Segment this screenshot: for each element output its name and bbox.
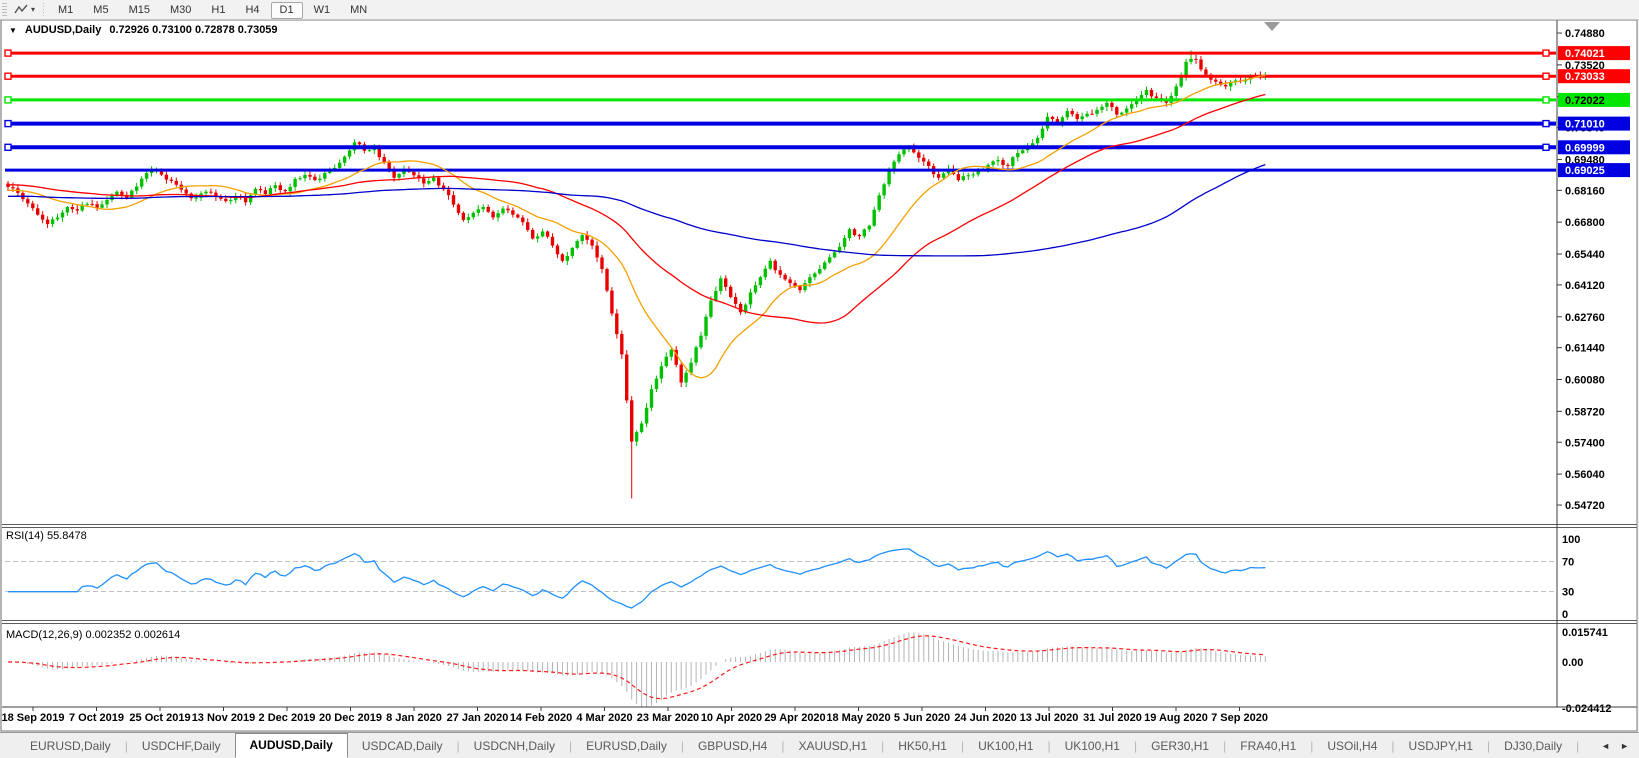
date-label: 29 Apr 2020 xyxy=(764,712,825,724)
collapse-triangle-icon: ▼ xyxy=(9,25,17,35)
price-tick-label: 0.61440 xyxy=(1565,343,1605,355)
toolbar-separator xyxy=(43,2,45,17)
price-line-badge-label: 0.74021 xyxy=(1565,48,1605,60)
price-line-badge-label: 0.69025 xyxy=(1565,165,1605,177)
chart-ohlc-values: 0.72926 0.73100 0.72878 0.73059 xyxy=(109,24,278,36)
price-line-badge-label: 0.72022 xyxy=(1565,95,1605,107)
rsi-scale-label: 100 xyxy=(1562,534,1580,546)
rsi-scale-label: 0 xyxy=(1562,609,1568,621)
period-button-mn[interactable]: MN xyxy=(341,2,376,19)
period-button-w1[interactable]: W1 xyxy=(305,2,340,19)
date-label: 13 Jul 2020 xyxy=(1020,712,1079,724)
date-label: 7 Oct 2019 xyxy=(69,712,124,724)
date-label: 13 Nov 2019 xyxy=(192,712,256,724)
chart-title: ▼ AUDUSD,Daily 0.72926 0.73100 0.72878 0… xyxy=(9,24,278,36)
price-line-badge-label: 0.71010 xyxy=(1565,119,1605,131)
tab-uk100-h1[interactable]: UK100,H1 xyxy=(964,734,1047,758)
date-label: 20 Dec 2019 xyxy=(319,712,382,724)
rsi-indicator-label: RSI(14) 55.8478 xyxy=(6,530,87,542)
tab-usoil-h4[interactable]: USOil,H4 xyxy=(1313,734,1391,758)
tab-gbpusd-h4[interactable]: GBPUSD,H4 xyxy=(684,734,781,758)
panel-divider xyxy=(2,527,1637,528)
price-tick-label: 0.60080 xyxy=(1565,375,1605,387)
macd-scale-label: 0.00 xyxy=(1562,657,1583,669)
date-label: 7 Sep 2020 xyxy=(1211,712,1268,724)
macd-scale-label: 0.015741 xyxy=(1562,627,1608,639)
date-label: 5 Jun 2020 xyxy=(894,712,950,724)
price-line-badge-label: 0.73033 xyxy=(1565,71,1605,83)
date-label: 2 Dec 2019 xyxy=(259,712,316,724)
period-toolbar: ▾ M1 M5 M15 M30 H1 H4 D1 W1 MN xyxy=(0,0,1639,20)
panel-divider xyxy=(2,620,1637,621)
date-label: 18 Sep 2019 xyxy=(2,712,65,724)
toolbar-grip[interactable] xyxy=(2,2,7,17)
price-tick-label: 0.56040 xyxy=(1565,469,1605,481)
period-button-group: M1 M5 M15 M30 H1 H4 D1 W1 MN xyxy=(48,0,377,19)
date-label: 23 Mar 2020 xyxy=(637,712,699,724)
period-button-m15[interactable]: M15 xyxy=(120,2,159,19)
price-tick-label: 0.68160 xyxy=(1565,185,1605,197)
price-tick-label: 0.74880 xyxy=(1565,28,1605,40)
symbol-tab-bar: EURUSD,Daily | USDCHF,Daily AUDUSD,Daily USD… xyxy=(0,732,1639,758)
date-label: 27 Jan 2020 xyxy=(447,712,509,724)
tab-hk50-h1[interactable]: HK50,H1 xyxy=(884,734,961,758)
tab-scroll-controls: ◄ ► xyxy=(1591,741,1639,751)
symbol-tabs: EURUSD,Daily | USDCHF,Daily AUDUSD,Daily USD… xyxy=(0,733,1591,758)
tab-china300-h1[interactable]: CHINA300,H1 xyxy=(1579,734,1591,758)
cursor-tool-button[interactable]: ▾ xyxy=(10,2,39,17)
macd-indicator-label: MACD(12,26,9) 0.002352 0.002614 xyxy=(6,629,181,641)
panel-divider xyxy=(2,524,1637,525)
price-tick-label: 0.66800 xyxy=(1565,217,1605,229)
tab-eurusd-daily[interactable]: EURUSD,Daily xyxy=(572,734,681,758)
date-label: 18 May 2020 xyxy=(826,712,890,724)
price-tick-label: 0.54720 xyxy=(1565,500,1605,512)
tab-usdjpy-h1[interactable]: USDJPY,H1 xyxy=(1395,734,1487,758)
date-label: 10 Apr 2020 xyxy=(701,712,762,724)
price-tick-label: 0.64120 xyxy=(1565,280,1605,292)
price-tick-label: 0.62760 xyxy=(1565,312,1605,324)
date-label: 4 Mar 2020 xyxy=(576,712,632,724)
tab-xauusd-h1[interactable]: XAUUSD,H1 xyxy=(784,734,881,758)
period-button-m1[interactable]: M1 xyxy=(49,2,82,19)
tab-audusd-daily[interactable]: AUDUSD,Daily xyxy=(234,733,348,758)
macd-scale-label: -0.024412 xyxy=(1562,703,1612,715)
rsi-scale-label: 30 xyxy=(1562,587,1574,599)
tab-dj30-daily[interactable]: DJ30,Daily xyxy=(1490,734,1576,758)
tab-usdcnh-daily[interactable]: USDCNH,Daily xyxy=(460,734,569,758)
date-label: 25 Oct 2019 xyxy=(129,712,190,724)
tab-scroll-left-icon[interactable]: ◄ xyxy=(1601,741,1610,751)
price-line-badge-label: 0.69999 xyxy=(1565,142,1605,154)
period-button-h4[interactable]: H4 xyxy=(236,2,268,19)
price-tick-label: 0.58720 xyxy=(1565,406,1605,418)
tab-usdchf-daily[interactable]: USDCHF,Daily xyxy=(128,734,235,758)
period-button-d1[interactable]: D1 xyxy=(270,2,303,19)
date-label: 24 Jun 2020 xyxy=(954,712,1016,724)
chevron-down-icon: ▾ xyxy=(31,5,36,14)
tab-fra40-h1[interactable]: FRA40,H1 xyxy=(1226,734,1310,758)
period-button-m30[interactable]: M30 xyxy=(161,2,200,19)
panel-divider xyxy=(2,623,1637,624)
date-label: 8 Jan 2020 xyxy=(386,712,442,724)
date-label: 14 Feb 2020 xyxy=(510,712,572,724)
date-label: 19 Aug 2020 xyxy=(1144,712,1208,724)
chart-line-icon xyxy=(14,4,28,14)
rsi-scale-label: 70 xyxy=(1562,557,1574,569)
main-chart-plot[interactable] xyxy=(5,21,1556,521)
tab-ger30-h1[interactable]: GER30,H1 xyxy=(1137,734,1223,758)
price-tick-label: 0.57400 xyxy=(1565,437,1605,449)
chart-symbol-label: AUDUSD,Daily xyxy=(24,24,102,36)
period-button-h1[interactable]: H1 xyxy=(202,2,234,19)
tab-scroll-right-icon[interactable]: ► xyxy=(1620,741,1629,751)
date-label: 31 Jul 2020 xyxy=(1083,712,1142,724)
price-tick-label: 0.65440 xyxy=(1565,249,1605,261)
tab-uk100-h1[interactable]: UK100,H1 xyxy=(1051,734,1134,758)
tab-usdcad-daily[interactable]: USDCAD,Daily xyxy=(348,734,457,758)
chart-canvas[interactable]: 0.748800.735200.721600.708400.694800.681… xyxy=(0,0,1639,758)
period-button-m5[interactable]: M5 xyxy=(84,2,117,19)
tab-eurusd-daily[interactable]: EURUSD,Daily xyxy=(16,734,125,758)
